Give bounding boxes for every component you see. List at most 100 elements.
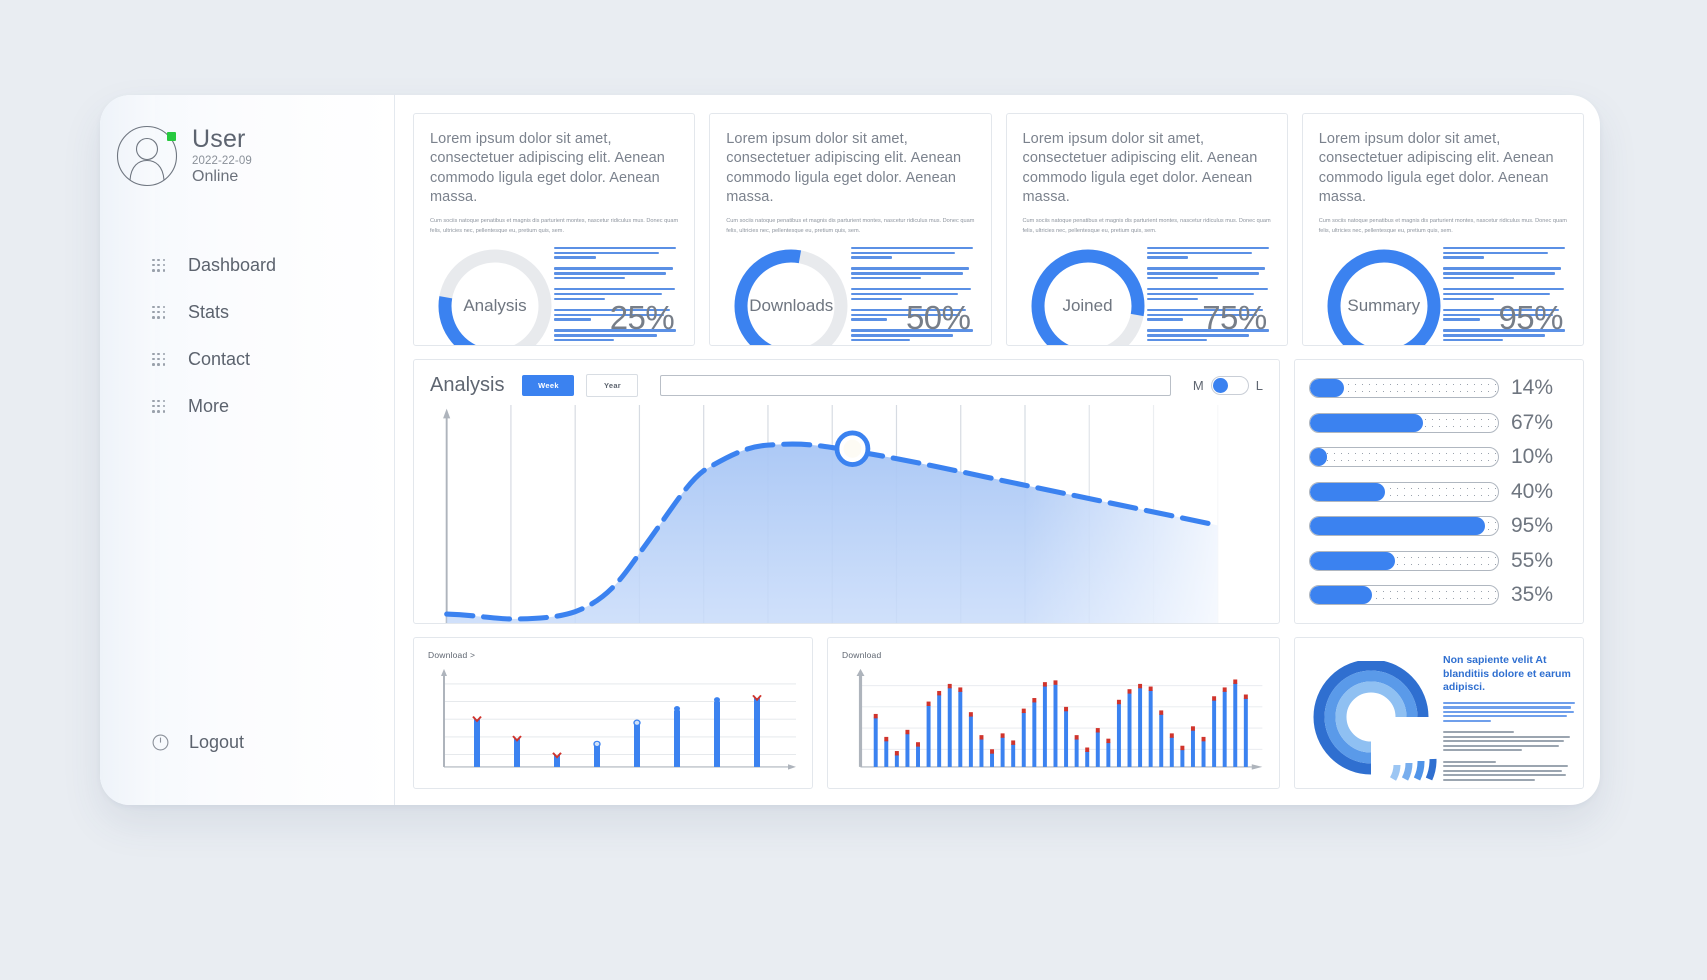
progress-track[interactable]: [1309, 550, 1499, 571]
kpi-card-analysis[interactable]: Lorem ipsum dolor sit amet, consectetuer…: [413, 113, 696, 346]
progress-track[interactable]: [1309, 481, 1499, 502]
donut-label: Summary: [1347, 295, 1421, 315]
arc-heading: Non sapiente velit At blanditiis dolore …: [1443, 654, 1571, 694]
progress-bars-panel: 14% 67% 10% 40% 95% 55% 35%: [1294, 359, 1584, 624]
progress-track[interactable]: [1309, 585, 1499, 605]
progress-fill: [1310, 551, 1395, 570]
kpi-percent: 75%: [1202, 299, 1267, 336]
analysis-toolbar: Analysis Week Year M L: [430, 374, 1263, 397]
grid-dots-icon: [152, 258, 166, 273]
track-dots: [1310, 448, 1498, 466]
kpi-subtext: Cum sociis natoque penatibus et magnis d…: [430, 218, 679, 234]
kpi-percent: 25%: [609, 299, 675, 336]
concentric-arcs-graphic: [1301, 659, 1441, 786]
user-status: Online: [192, 168, 239, 186]
bottom-row: Download > Download Non sapiente velit A…: [413, 637, 1584, 789]
sidebar-nav: Dashboard Stats Contact More: [100, 242, 394, 430]
progress-track[interactable]: [1309, 378, 1499, 398]
sidebar-item-contact[interactable]: Contact: [100, 336, 394, 383]
sidebar-item-more[interactable]: More: [100, 383, 394, 430]
donut-gauge-downloads: Downloads: [732, 247, 850, 345]
progress-track[interactable]: [1309, 412, 1499, 433]
sidebar-edge-gradient: [100, 95, 155, 805]
arc-info-panel: Non sapiente velit At blanditiis dolore …: [1294, 637, 1584, 789]
kpi-card-joined[interactable]: Lorem ipsum dolor sit amet, consectetuer…: [1005, 113, 1288, 346]
progress-percent: 55%: [1511, 548, 1554, 572]
progress-percent: 40%: [1511, 479, 1554, 503]
progress-fill: [1310, 413, 1423, 432]
analysis-title: Analysis: [430, 374, 505, 396]
progress-track[interactable]: [1309, 447, 1499, 467]
logout-label: Logout: [189, 732, 245, 752]
sidebar: User 2022-22-09 Online Dashboard Stats C…: [100, 95, 395, 805]
donut-gauge-analysis: Analysis: [436, 247, 554, 345]
analysis-area-chart: [430, 405, 1263, 623]
logout-button[interactable]: Logout: [100, 732, 394, 753]
sidebar-item-stats[interactable]: Stats: [100, 289, 394, 336]
data-point-marker: [834, 430, 871, 467]
size-toggle[interactable]: M L: [1193, 376, 1263, 395]
mini-chart-title: Download: [842, 650, 882, 660]
tab-week[interactable]: Week: [522, 375, 575, 396]
main-content: Lorem ipsum dolor sit amet, consectetuer…: [395, 95, 1600, 805]
kpi-subtext: Cum sociis natoque penatibus et magnis d…: [1318, 218, 1567, 234]
progress-percent: 14%: [1511, 376, 1554, 399]
kpi-body: Joined 75%: [1023, 241, 1271, 345]
kpi-heading: Lorem ipsum dolor sit amet, consectetuer…: [1022, 131, 1258, 205]
user-name: User: [192, 124, 246, 153]
progress-fill: [1310, 379, 1344, 397]
grid-dots-icon: [152, 399, 166, 414]
progress-percent: 95%: [1511, 514, 1554, 537]
user-profile[interactable]: User 2022-22-09 Online: [100, 95, 394, 187]
progress-fill: [1310, 517, 1485, 535]
mini-chart-title: Download >: [428, 650, 476, 660]
kpi-body: Summary 95%: [1319, 241, 1567, 345]
grid-dots-icon: [152, 305, 166, 320]
avatar[interactable]: [116, 125, 178, 187]
toggle-switch[interactable]: [1210, 376, 1249, 395]
profile-text: User 2022-22-09 Online: [192, 126, 252, 186]
toggle-right-label: L: [1255, 378, 1263, 393]
sidebar-item-dashboard[interactable]: Dashboard: [100, 242, 394, 289]
progress-row[interactable]: 95%: [1309, 514, 1569, 538]
donut-label: Joined: [1062, 295, 1113, 315]
mini-chart-plot: [842, 668, 1265, 774]
analysis-row: Analysis Week Year M L 14% 67% 10% 40% 9…: [413, 359, 1584, 624]
online-indicator: [167, 132, 176, 141]
kpi-heading: Lorem ipsum dolor sit amet, consectetuer…: [1318, 131, 1554, 205]
arc-text-block: Non sapiente velit At blanditiis dolore …: [1443, 654, 1575, 783]
donut-label: Downloads: [749, 295, 834, 315]
sidebar-item-label: Stats: [188, 302, 230, 322]
dashboard-window: User 2022-22-09 Online Dashboard Stats C…: [100, 95, 1600, 805]
kpi-heading: Lorem ipsum dolor sit amet, consectetuer…: [430, 131, 665, 205]
progress-percent: 67%: [1511, 410, 1554, 434]
progress-row[interactable]: 67%: [1309, 411, 1569, 435]
progress-row[interactable]: 14%: [1309, 376, 1569, 400]
progress-row[interactable]: 35%: [1309, 583, 1569, 607]
kpi-card-downloads[interactable]: Lorem ipsum dolor sit amet, consectetuer…: [709, 113, 992, 346]
bars: [474, 698, 760, 767]
donut-gauge-summary: Summary: [1325, 247, 1443, 345]
analysis-panel: Analysis Week Year M L: [413, 359, 1280, 624]
progress-row[interactable]: 40%: [1309, 480, 1569, 504]
kpi-percent: 50%: [905, 299, 971, 336]
donut-gauge-joined: Joined: [1029, 247, 1147, 345]
search-input[interactable]: [660, 375, 1171, 396]
kpi-card-summary[interactable]: Lorem ipsum dolor sit amet, consectetuer…: [1301, 113, 1584, 346]
tab-year[interactable]: Year: [586, 374, 639, 397]
progress-fill: [1310, 482, 1386, 501]
sidebar-item-label: Dashboard: [188, 255, 277, 275]
progress-row[interactable]: 55%: [1309, 549, 1569, 573]
kpi-subtext: Cum sociis natoque penatibus et magnis d…: [726, 218, 975, 234]
sidebar-item-label: Contact: [188, 349, 251, 369]
user-date: 2022-22-09: [192, 155, 252, 168]
progress-track[interactable]: [1309, 516, 1499, 536]
kpi-card-row: Lorem ipsum dolor sit amet, consectetuer…: [413, 113, 1584, 346]
progress-percent: 10%: [1511, 445, 1554, 468]
kpi-body: Analysis 25%: [430, 241, 678, 345]
progress-row[interactable]: 10%: [1309, 445, 1569, 469]
dashboard-screen: User 2022-22-09 Online Dashboard Stats C…: [0, 0, 1707, 980]
toggle-left-label: M: [1192, 378, 1204, 393]
progress-fill: [1310, 448, 1327, 466]
kpi-subtext: Cum sociis natoque penatibus et magnis d…: [1022, 218, 1271, 234]
